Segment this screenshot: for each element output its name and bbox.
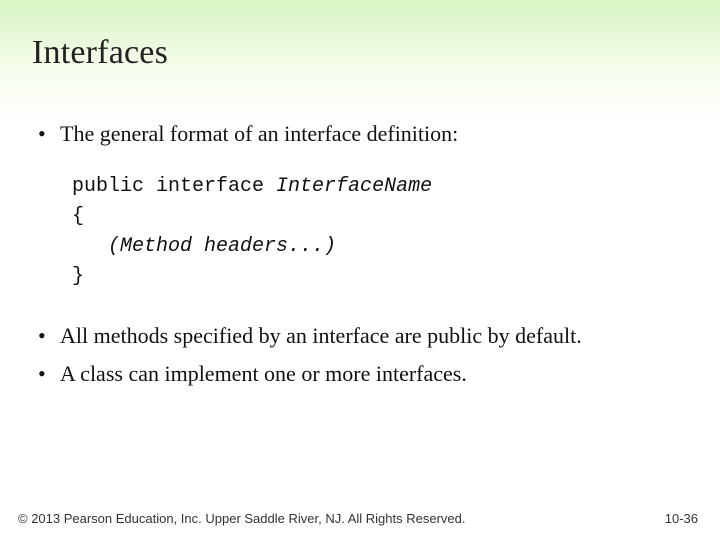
bullet-text: The general format of an interface defin… [60,121,458,146]
code-block: public interface InterfaceName{ (Method … [72,172,688,292]
code-line: } [72,262,688,292]
bullet-list-top: The general format of an interface defin… [32,118,688,150]
code-placeholder: (Method headers...) [72,232,688,262]
bullet-list-bottom: All methods specified by an interface ar… [32,320,688,390]
bullet-item: All methods specified by an interface ar… [32,320,688,352]
code-line: public interface InterfaceName [72,172,688,202]
slide: Interfaces The general format of an inte… [0,0,720,540]
code-text: public interface [72,175,276,198]
bullet-text: All methods specified by an interface ar… [60,323,582,348]
bullet-item: A class can implement one or more interf… [32,358,688,390]
content-area: The general format of an interface defin… [32,118,688,396]
bullet-item: The general format of an interface defin… [32,118,688,150]
bullet-text: A class can implement one or more interf… [60,361,467,386]
code-line: { [72,202,688,232]
footer-copyright: © 2013 Pearson Education, Inc. Upper Sad… [18,511,465,526]
code-placeholder: InterfaceName [276,175,432,198]
page-number: 10-36 [665,511,698,526]
page-title: Interfaces [32,34,168,72]
